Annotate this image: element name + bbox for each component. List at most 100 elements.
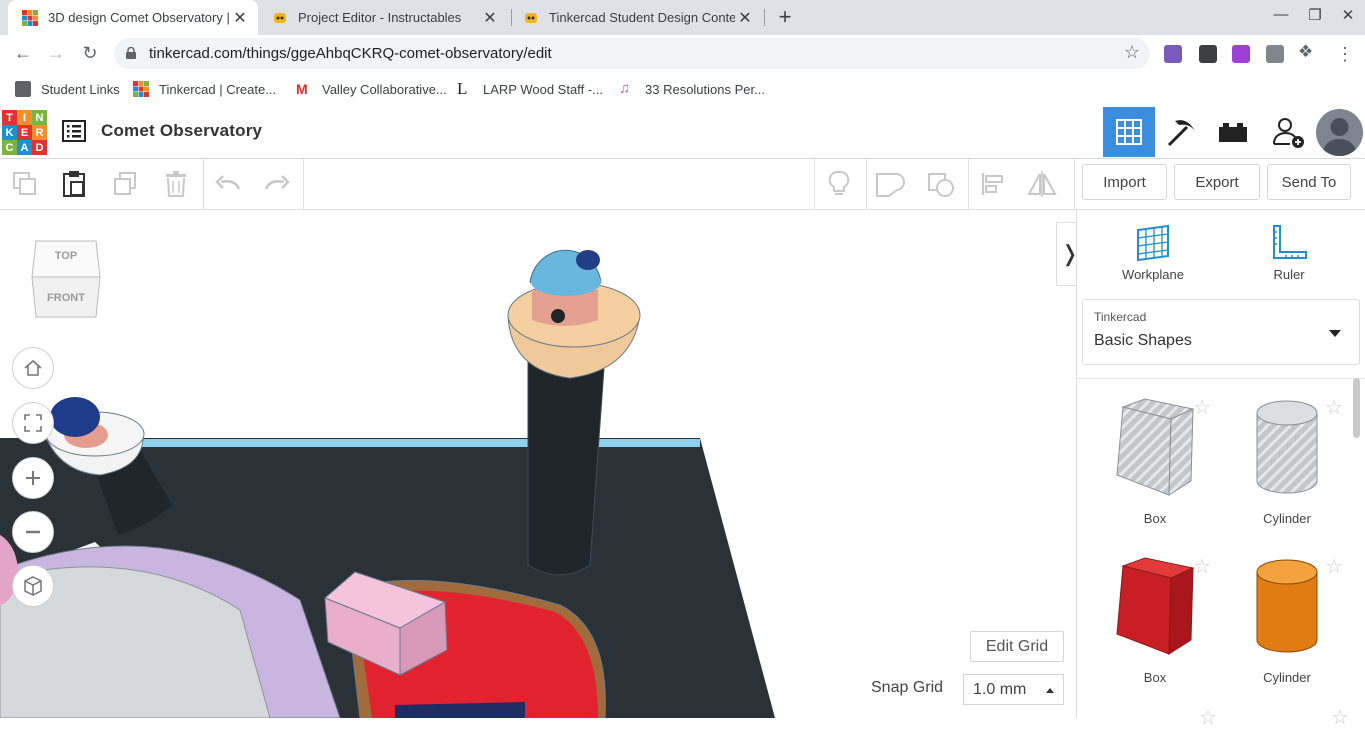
tinkercad-logo[interactable]: T I N K E R C A D bbox=[2, 110, 47, 155]
export-button[interactable]: Export bbox=[1174, 164, 1260, 200]
ruler-tool[interactable]: Ruler bbox=[1249, 224, 1329, 282]
logo-letter: R bbox=[32, 125, 47, 140]
show-all-button[interactable] bbox=[824, 169, 854, 199]
snap-grid-select[interactable]: 1.0 mm bbox=[963, 674, 1064, 705]
bookmark-item[interactable]: ♫ 33 Resolutions Per... bbox=[619, 81, 765, 97]
user-avatar-icon bbox=[1316, 109, 1363, 156]
library-name: Basic Shapes bbox=[1094, 332, 1192, 349]
tab-close-icon[interactable]: ✕ bbox=[735, 8, 755, 28]
shape-box-hole[interactable]: Box ☆ bbox=[1095, 385, 1215, 535]
clipboard-icon bbox=[63, 171, 85, 197]
forward-icon[interactable]: → bbox=[45, 43, 67, 64]
browser-tab[interactable]: Tinkercad Student Design Contest ✕ bbox=[509, 0, 763, 35]
bookmark-item[interactable]: M Valley Collaborative... bbox=[296, 81, 447, 97]
invite-user-button[interactable] bbox=[1262, 107, 1314, 157]
workplane-label: Workplane bbox=[1122, 267, 1184, 282]
minecraft-view-button[interactable] bbox=[1155, 107, 1207, 157]
back-icon[interactable]: ← bbox=[12, 43, 34, 64]
align-button[interactable] bbox=[978, 169, 1008, 199]
minimize-icon[interactable]: — bbox=[1269, 6, 1293, 23]
view-cube-top-label[interactable]: TOP bbox=[55, 250, 77, 262]
pdf-extension-icon[interactable] bbox=[1164, 45, 1182, 63]
bookmark-star-icon[interactable]: ☆ bbox=[1124, 42, 1140, 63]
copy-button[interactable] bbox=[10, 169, 40, 199]
shape-library-select[interactable]: Tinkercad Basic Shapes bbox=[1082, 299, 1360, 365]
undo-button[interactable] bbox=[213, 169, 243, 199]
copy-icon bbox=[13, 172, 36, 195]
shape-box[interactable]: Box ☆ bbox=[1095, 544, 1215, 694]
bookmark-item[interactable]: Tinkercad | Create... bbox=[133, 81, 276, 97]
bookmark-label: 33 Resolutions Per... bbox=[645, 81, 765, 97]
zoom-in-button[interactable] bbox=[12, 457, 54, 499]
panel-scrollbar[interactable] bbox=[1353, 378, 1360, 438]
group-button[interactable] bbox=[875, 169, 905, 199]
toolbar-divider bbox=[968, 159, 969, 210]
telescope-port[interactable] bbox=[551, 309, 565, 323]
dome-window[interactable] bbox=[576, 250, 600, 270]
ungroup-button[interactable] bbox=[927, 169, 957, 199]
bricks-view-button[interactable] bbox=[1207, 107, 1259, 157]
tinkercad-icon bbox=[133, 81, 149, 97]
grid-icon bbox=[1116, 119, 1142, 145]
browser-menu-icon[interactable]: ⋮ bbox=[1336, 44, 1354, 65]
library-source: Tinkercad bbox=[1094, 310, 1147, 324]
3d-view-button[interactable] bbox=[1103, 107, 1155, 157]
bookmark-item[interactable]: Student Links bbox=[15, 81, 120, 97]
zoom-out-button[interactable] bbox=[12, 511, 54, 553]
favorite-star-icon[interactable]: ☆ bbox=[1193, 395, 1211, 420]
extension-icon[interactable] bbox=[1266, 45, 1284, 63]
shape-cylinder[interactable]: Cylinder ☆ bbox=[1227, 544, 1347, 694]
home-view-button[interactable] bbox=[12, 347, 54, 389]
send-to-button[interactable]: Send To bbox=[1267, 164, 1351, 200]
design-list-icon[interactable] bbox=[62, 120, 86, 142]
small-tower-dome[interactable] bbox=[50, 397, 100, 437]
duplicate-button[interactable] bbox=[110, 169, 140, 199]
favorite-star-icon[interactable]: ☆ bbox=[1193, 554, 1211, 579]
browser-tab-active[interactable]: 3D design Comet Observatory | T ✕ bbox=[8, 0, 258, 35]
restore-icon[interactable]: ❐ bbox=[1303, 6, 1327, 24]
bookmark-label: Student Links bbox=[41, 81, 120, 97]
lightbulb-icon bbox=[828, 170, 850, 195]
shapes-panel: Workplane Ruler Tinkercad Basic Shapes B… bbox=[1076, 210, 1365, 729]
new-tab-button[interactable]: + bbox=[774, 4, 796, 30]
avatar[interactable] bbox=[1316, 109, 1363, 156]
tab-close-icon[interactable]: ✕ bbox=[230, 8, 250, 28]
puzzle-purple-extension-icon[interactable] bbox=[1232, 45, 1250, 63]
edit-toolbar: Import Export Send To bbox=[0, 159, 1365, 210]
favorite-star-icon[interactable]: ☆ bbox=[1325, 395, 1343, 420]
caret-up-icon bbox=[1046, 688, 1054, 693]
url-text[interactable]: tinkercad.com/things/ggeAhbqCKRQ-comet-o… bbox=[149, 45, 552, 62]
view-cube[interactable]: TOP FRONT bbox=[30, 237, 102, 321]
align-icon bbox=[982, 173, 1003, 195]
view-cube-front-label[interactable]: FRONT bbox=[47, 292, 85, 304]
favorite-star-icon[interactable]: ☆ bbox=[1325, 554, 1343, 579]
perspective-toggle-button[interactable] bbox=[12, 565, 54, 607]
extensions-puzzle-icon[interactable]: ❖ bbox=[1298, 42, 1316, 61]
browser-tab-strip: 3D design Comet Observatory | T ✕ Projec… bbox=[0, 0, 1365, 35]
delete-button[interactable] bbox=[161, 169, 191, 199]
reload-icon[interactable]: ↻ bbox=[79, 43, 101, 64]
bookmarks-bar: Student Links Tinkercad | Create... M Va… bbox=[0, 72, 1365, 106]
brick-icon bbox=[1219, 123, 1247, 142]
shape-cylinder-hole[interactable]: Cylinder ☆ bbox=[1227, 385, 1347, 535]
project-title[interactable]: Comet Observatory bbox=[101, 121, 262, 141]
edit-grid-button[interactable]: Edit Grid bbox=[970, 631, 1064, 662]
import-button[interactable]: Import bbox=[1082, 164, 1167, 200]
omnibox[interactable]: tinkercad.com/things/ggeAhbqCKRQ-comet-o… bbox=[114, 38, 1150, 69]
workplane-tool[interactable]: Workplane bbox=[1113, 224, 1193, 282]
trash-icon bbox=[166, 171, 186, 197]
tab-close-icon[interactable]: ✕ bbox=[480, 8, 500, 28]
fit-view-button[interactable] bbox=[12, 402, 54, 444]
extension-icon[interactable] bbox=[1199, 45, 1217, 63]
redo-button[interactable] bbox=[262, 169, 292, 199]
3d-scene[interactable] bbox=[0, 210, 1076, 718]
window-close-icon[interactable]: ✕ bbox=[1336, 6, 1360, 24]
add-user-icon bbox=[1273, 118, 1304, 148]
snap-grid-value: 1.0 mm bbox=[973, 681, 1027, 698]
paste-button[interactable] bbox=[59, 169, 89, 199]
group-icon bbox=[876, 172, 905, 197]
mirror-button[interactable] bbox=[1027, 169, 1057, 199]
browser-tab[interactable]: Project Editor - Instructables ✕ bbox=[258, 0, 508, 35]
bookmark-item[interactable]: L LARP Wood Staff -... bbox=[457, 80, 603, 97]
3d-viewport[interactable]: TOP FRONT Edit Grid Snap Grid 1.0 mm bbox=[0, 210, 1076, 718]
